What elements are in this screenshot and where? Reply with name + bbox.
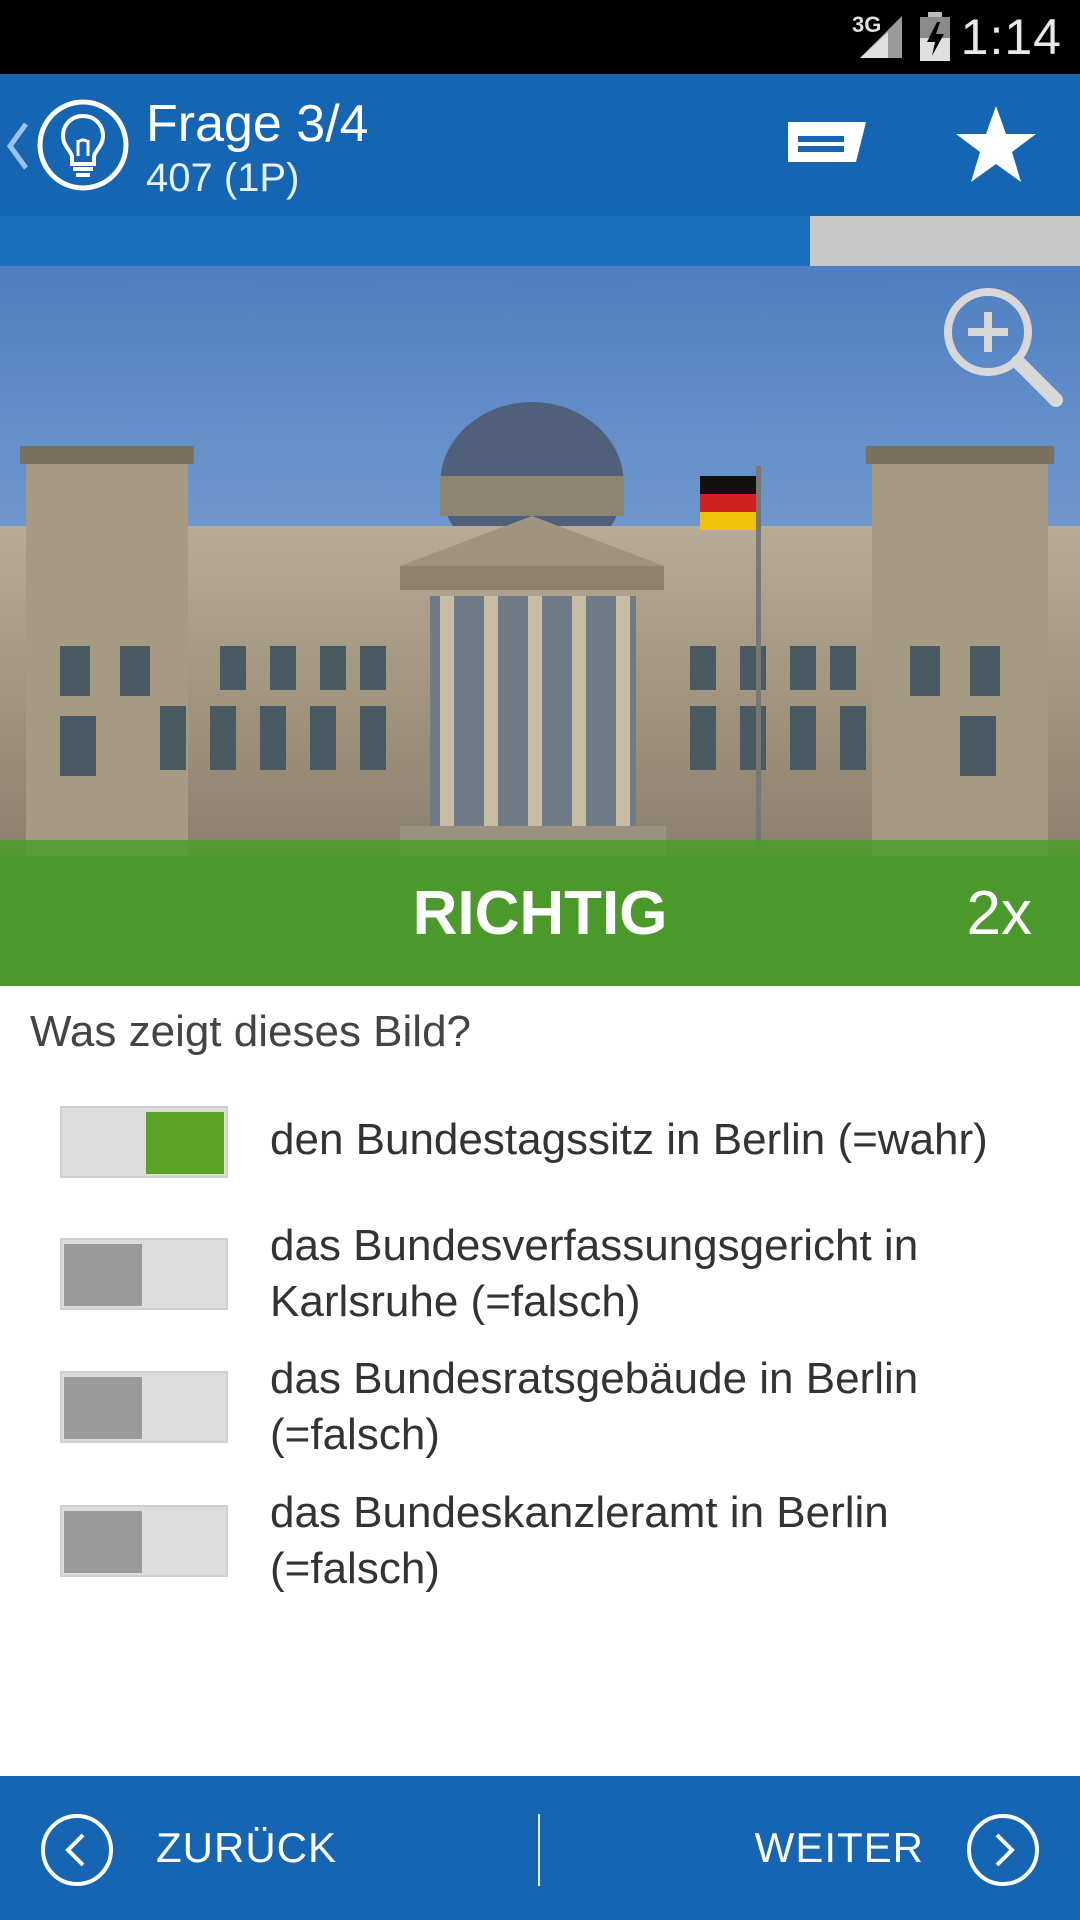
result-banner: RICHTIG 2x (0, 840, 1080, 986)
zoom-in-icon[interactable] (940, 284, 1064, 408)
answer-text-line: den Bundestagssitz in Berlin (=wahr) (270, 1115, 988, 1164)
chevron-right-circle-icon[interactable] (966, 1813, 1040, 1887)
answer-text-line: (=falsch) (270, 1544, 440, 1593)
divider (538, 1814, 540, 1886)
question-counter: Frage 3/4 (146, 95, 369, 153)
answer-text: den Bundestagssitz in Berlin (=wahr) (270, 1112, 1060, 1168)
question-id: 407 (1P) (146, 156, 300, 200)
next-button[interactable]: WEITER (755, 1822, 924, 1874)
chevron-left-icon[interactable] (4, 118, 30, 174)
question-text: Was zeigt dieses Bild? (30, 1007, 472, 1056)
result-label: RICHTIG (412, 879, 668, 948)
answer-text: das Bundeskanzleramt in Berlin (=falsch) (270, 1485, 1060, 1597)
toggle-knob (146, 1112, 224, 1174)
answer-toggle[interactable] (60, 1238, 228, 1310)
signal-icon (860, 16, 902, 58)
status-bar: 3G 1:14 (0, 0, 1080, 74)
result-count: 2x (966, 879, 1032, 948)
toggle-knob (64, 1511, 142, 1573)
answer-toggle[interactable] (60, 1505, 228, 1577)
answer-text-line: Karlsruhe (=falsch) (270, 1277, 641, 1326)
toggle-knob (64, 1244, 142, 1306)
back-button[interactable]: ZURÜCK (156, 1822, 337, 1874)
answer-text-line: das Bundesratsgebäude in Berlin (270, 1354, 919, 1403)
answer-text: das Bundesratsgebäude in Berlin (=falsch… (270, 1351, 1060, 1463)
answer-text: das Bundesverfassungsgericht in Karlsruh… (270, 1218, 1060, 1330)
chevron-left-circle-icon[interactable] (40, 1813, 114, 1887)
star-icon[interactable] (954, 102, 1038, 186)
app-bar: Frage 3/4 407 (1P) (0, 74, 1080, 216)
lightbulb-icon[interactable] (36, 98, 130, 192)
progress-bar (0, 216, 1080, 266)
clock: 1:14 (960, 9, 1062, 65)
answer-toggle[interactable] (60, 1106, 228, 1178)
answer-text-line: (=falsch) (270, 1410, 440, 1459)
battery-charging-icon (920, 12, 950, 61)
answer-toggle[interactable] (60, 1371, 228, 1443)
bottom-nav-bar: ZURÜCK WEITER (0, 1776, 1080, 1920)
toggle-knob (64, 1377, 142, 1439)
comment-icon[interactable] (786, 118, 868, 172)
answer-text-line: das Bundeskanzleramt in Berlin (270, 1488, 889, 1537)
progress-fill (0, 216, 810, 266)
answer-text-line: das Bundesverfassungsgericht in (270, 1221, 919, 1270)
